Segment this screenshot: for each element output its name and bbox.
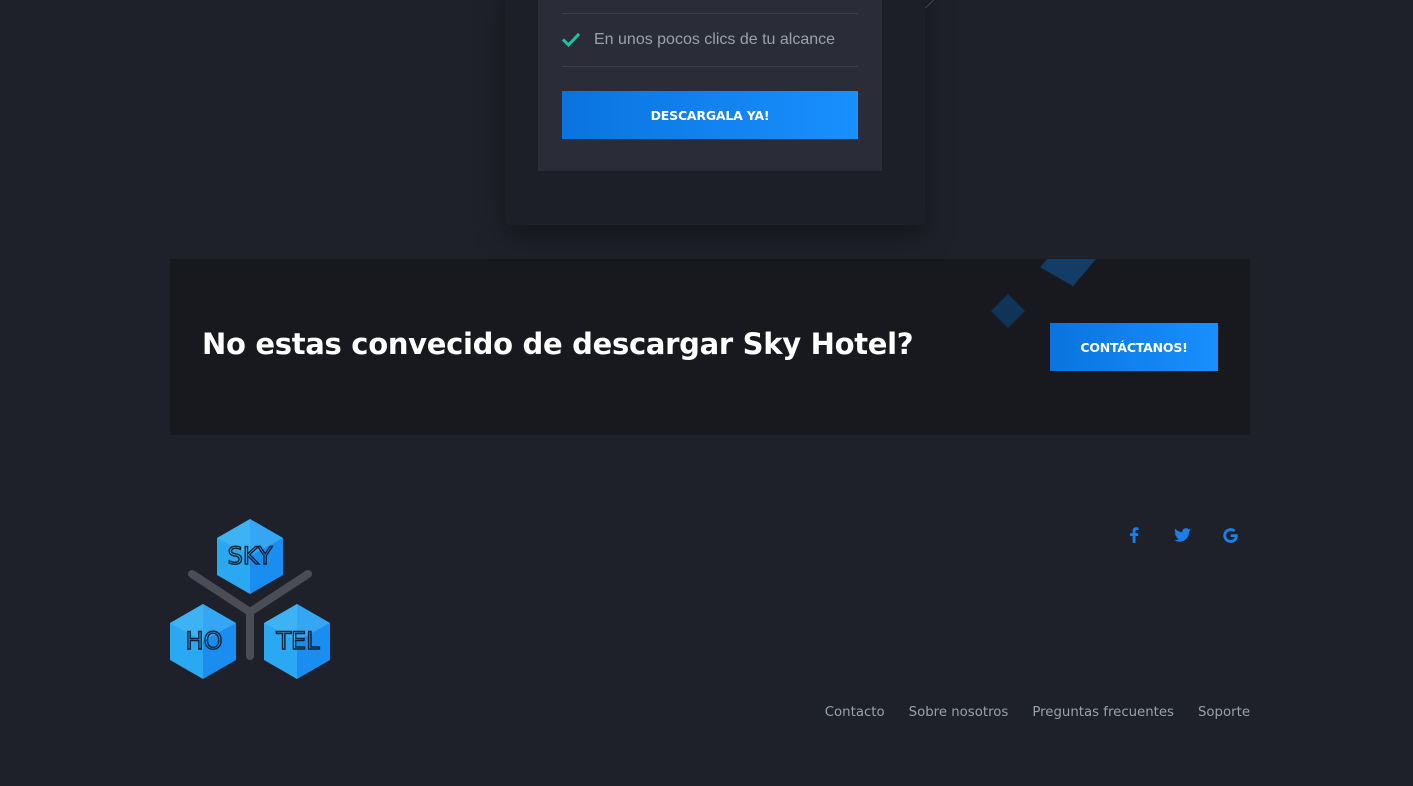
logo-text-sky: SKY — [228, 542, 273, 570]
footer-link-sobre-nosotros[interactable]: Sobre nosotros — [909, 705, 1009, 720]
divider — [562, 66, 858, 67]
google-icon[interactable] — [1220, 524, 1240, 546]
footer-link-soporte[interactable]: Soporte — [1198, 705, 1250, 720]
divider — [562, 13, 858, 14]
download-button[interactable]: DESCARGALA YA! — [562, 91, 858, 139]
page: En unos pocos clics de tu alcance DESCAR… — [0, 0, 1413, 786]
footer-link-preguntas-frecuentes[interactable]: Preguntas frecuentes — [1032, 705, 1174, 720]
feature-row: En unos pocos clics de tu alcance — [561, 28, 836, 52]
cta-banner: No estas convecido de descargar Sky Hote… — [170, 259, 1250, 435]
cta-heading: No estas convecido de descargar Sky Hote… — [202, 327, 914, 361]
decorative-shape — [1040, 259, 1098, 287]
decorative-diamond — [991, 294, 1025, 328]
sky-hotel-logo[interactable]: SKY HO TEL — [168, 516, 334, 682]
footer-link-contacto[interactable]: Contacto — [825, 705, 885, 720]
contact-button[interactable]: CONTÁCTANOS! — [1050, 323, 1218, 371]
social-links — [1124, 524, 1240, 546]
feature-text: En unos pocos clics de tu alcance — [594, 31, 836, 48]
check-icon — [561, 31, 581, 49]
pricing-card: En unos pocos clics de tu alcance DESCAR… — [538, 0, 882, 171]
twitter-icon[interactable] — [1172, 524, 1192, 546]
facebook-icon[interactable] — [1124, 524, 1144, 546]
logo-text-ho: HO — [186, 627, 223, 655]
footer-nav: Contacto Sobre nosotros Preguntas frecue… — [825, 705, 1250, 720]
logo-text-tel: TEL — [275, 627, 320, 655]
